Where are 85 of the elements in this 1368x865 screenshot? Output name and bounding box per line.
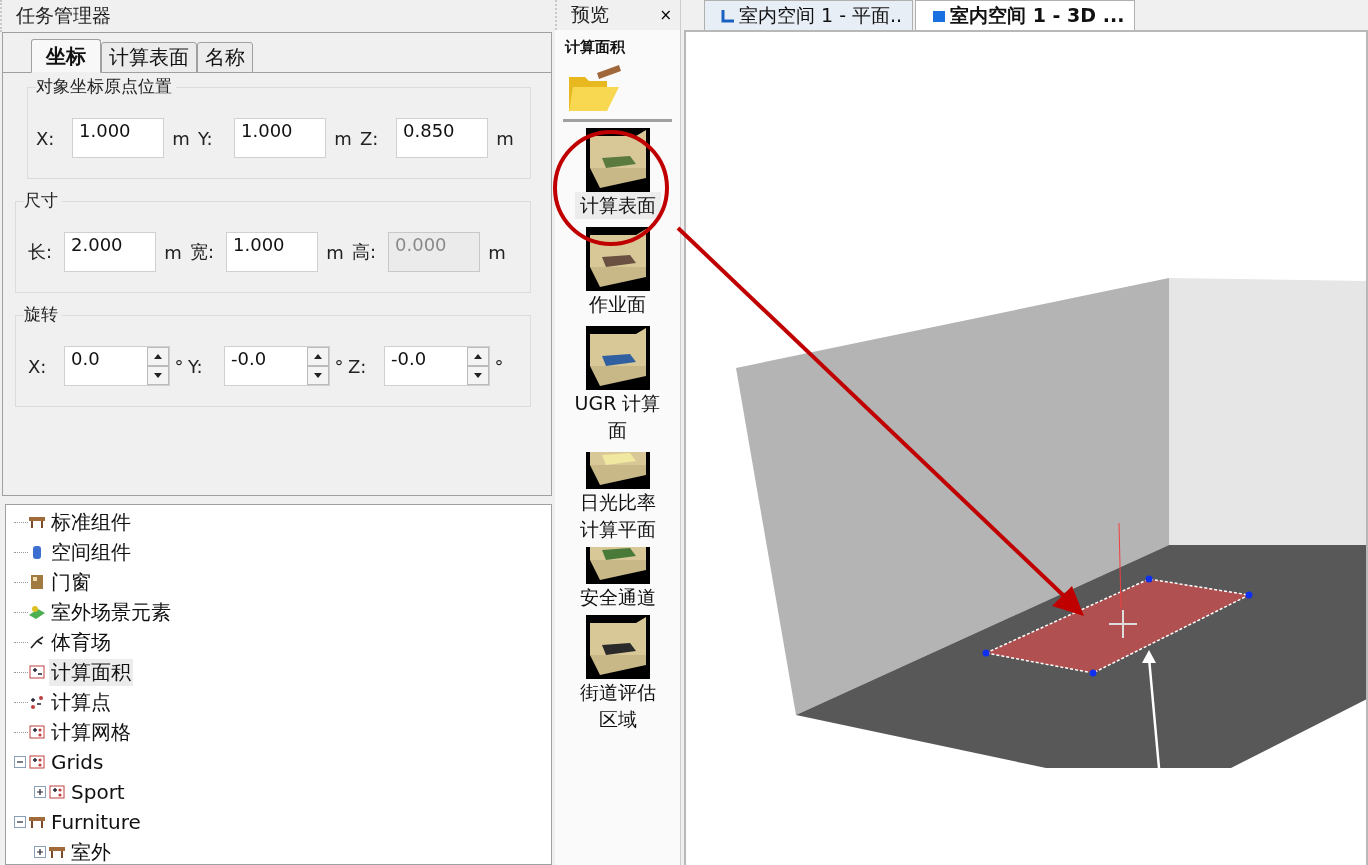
tab[interactable]: 计算表面 — [101, 42, 197, 73]
tree-item[interactable]: 计算面积 — [49, 658, 133, 686]
panel-title: 预览 — [571, 2, 609, 27]
tree-item[interactable]: Sport — [69, 780, 127, 804]
field-label: Y: — [198, 127, 214, 149]
spin-field[interactable]: -0.0 — [384, 346, 490, 386]
unit-label: ° — [333, 355, 345, 377]
category-heading: 计算面积 — [565, 38, 626, 57]
calculation-surface[interactable] — [982, 575, 1253, 677]
move-gizmo-drawing[interactable] — [1108, 522, 1161, 769]
tree-item[interactable]: 门窗 — [49, 568, 93, 596]
point-icon — [28, 693, 46, 711]
panel-title: 任务管理器 — [16, 3, 111, 28]
input-field[interactable]: 1.000 — [72, 118, 164, 158]
spin-down-button[interactable] — [147, 366, 169, 385]
spin-up-button[interactable] — [147, 347, 169, 366]
field-label: 长: — [28, 240, 54, 264]
tree-item[interactable]: Grids — [49, 750, 106, 774]
grid-icon — [28, 753, 46, 771]
tree-item[interactable]: 标准组件 — [49, 508, 133, 536]
unit-label: m — [495, 127, 515, 149]
group-title: 尺寸 — [24, 189, 62, 212]
view-tab[interactable]: 室内空间 1 - 平面.. — [704, 0, 914, 30]
preview-item[interactable]: 作业面 — [555, 227, 680, 318]
unit-label: m — [487, 241, 507, 263]
unit-label: ° — [493, 355, 505, 377]
grid-icon — [28, 723, 46, 741]
tab[interactable]: 名称 — [197, 42, 253, 73]
preview-item[interactable]: 街道评估区域 — [555, 615, 680, 733]
field-label: Z: — [348, 355, 368, 377]
spin-field[interactable]: 0.0 — [64, 346, 170, 386]
field-label: 宽: — [190, 240, 216, 264]
down-triangle-icon — [474, 373, 482, 378]
unit-label: m — [163, 241, 183, 263]
unit-label: m — [333, 127, 353, 149]
expand-icon[interactable] — [34, 846, 46, 858]
door-icon — [28, 573, 46, 591]
plan-icon — [721, 8, 735, 23]
field-label: X: — [36, 127, 56, 149]
down-triangle-icon — [154, 373, 162, 378]
spin-field[interactable]: -0.0 — [224, 346, 330, 386]
tree-item[interactable]: 计算网格 — [49, 718, 133, 746]
tree-item[interactable]: 空间组件 — [49, 538, 133, 566]
input-field[interactable]: 0.850 — [396, 118, 488, 158]
tree-item[interactable]: 体育场 — [49, 628, 113, 656]
unit-label: m — [325, 241, 345, 263]
preview-item[interactable]: 计算表面 — [555, 128, 680, 219]
close-button[interactable]: × — [659, 6, 672, 24]
sport-icon — [28, 633, 46, 651]
preview-item[interactable]: 安全通道 — [555, 547, 680, 611]
down-triangle-icon — [314, 373, 322, 378]
grid-icon — [48, 783, 66, 801]
input-field[interactable]: 1.000 — [226, 232, 318, 272]
field-label: Y: — [188, 355, 204, 377]
up-triangle-icon — [474, 354, 482, 359]
preview-item[interactable]: UGR 计算面 — [555, 326, 680, 444]
spin-down-button[interactable] — [467, 366, 489, 385]
tree-item[interactable]: 计算点 — [49, 688, 113, 716]
group-title: 旋转 — [24, 303, 62, 326]
preview-item[interactable]: 日光比率计算平面 — [555, 452, 680, 543]
field-label: Z: — [360, 127, 380, 149]
view-tab[interactable]: 室内空间 1 - 3D ... — [915, 0, 1136, 30]
spin-down-button[interactable] — [307, 366, 329, 385]
tab[interactable]: 坐标 — [31, 39, 101, 73]
expand-icon[interactable] — [34, 786, 46, 798]
unit-label: ° — [173, 355, 185, 377]
tree-item[interactable]: 室外场景元素 — [49, 598, 173, 626]
group-title: 对象坐标原点位置 — [36, 75, 176, 98]
3d-viewport[interactable] — [684, 30, 1368, 865]
collapse-icon[interactable] — [14, 756, 26, 768]
up-triangle-icon — [154, 354, 162, 359]
input-field[interactable]: 2.000 — [64, 232, 156, 272]
tree-item[interactable]: 室外 — [69, 838, 113, 864]
tree-item[interactable]: Furniture — [49, 810, 143, 834]
field-label: 高: — [352, 240, 378, 264]
spin-up-button[interactable] — [467, 347, 489, 366]
spin-up-button[interactable] — [307, 347, 329, 366]
unit-label: m — [171, 127, 191, 149]
area-icon — [28, 663, 46, 681]
outdoor-icon — [28, 603, 46, 621]
up-triangle-icon — [314, 354, 322, 359]
collapse-icon[interactable] — [14, 816, 26, 828]
field-label: X: — [28, 355, 48, 377]
cube-icon — [932, 8, 947, 23]
input-field[interactable]: 1.000 — [234, 118, 326, 158]
